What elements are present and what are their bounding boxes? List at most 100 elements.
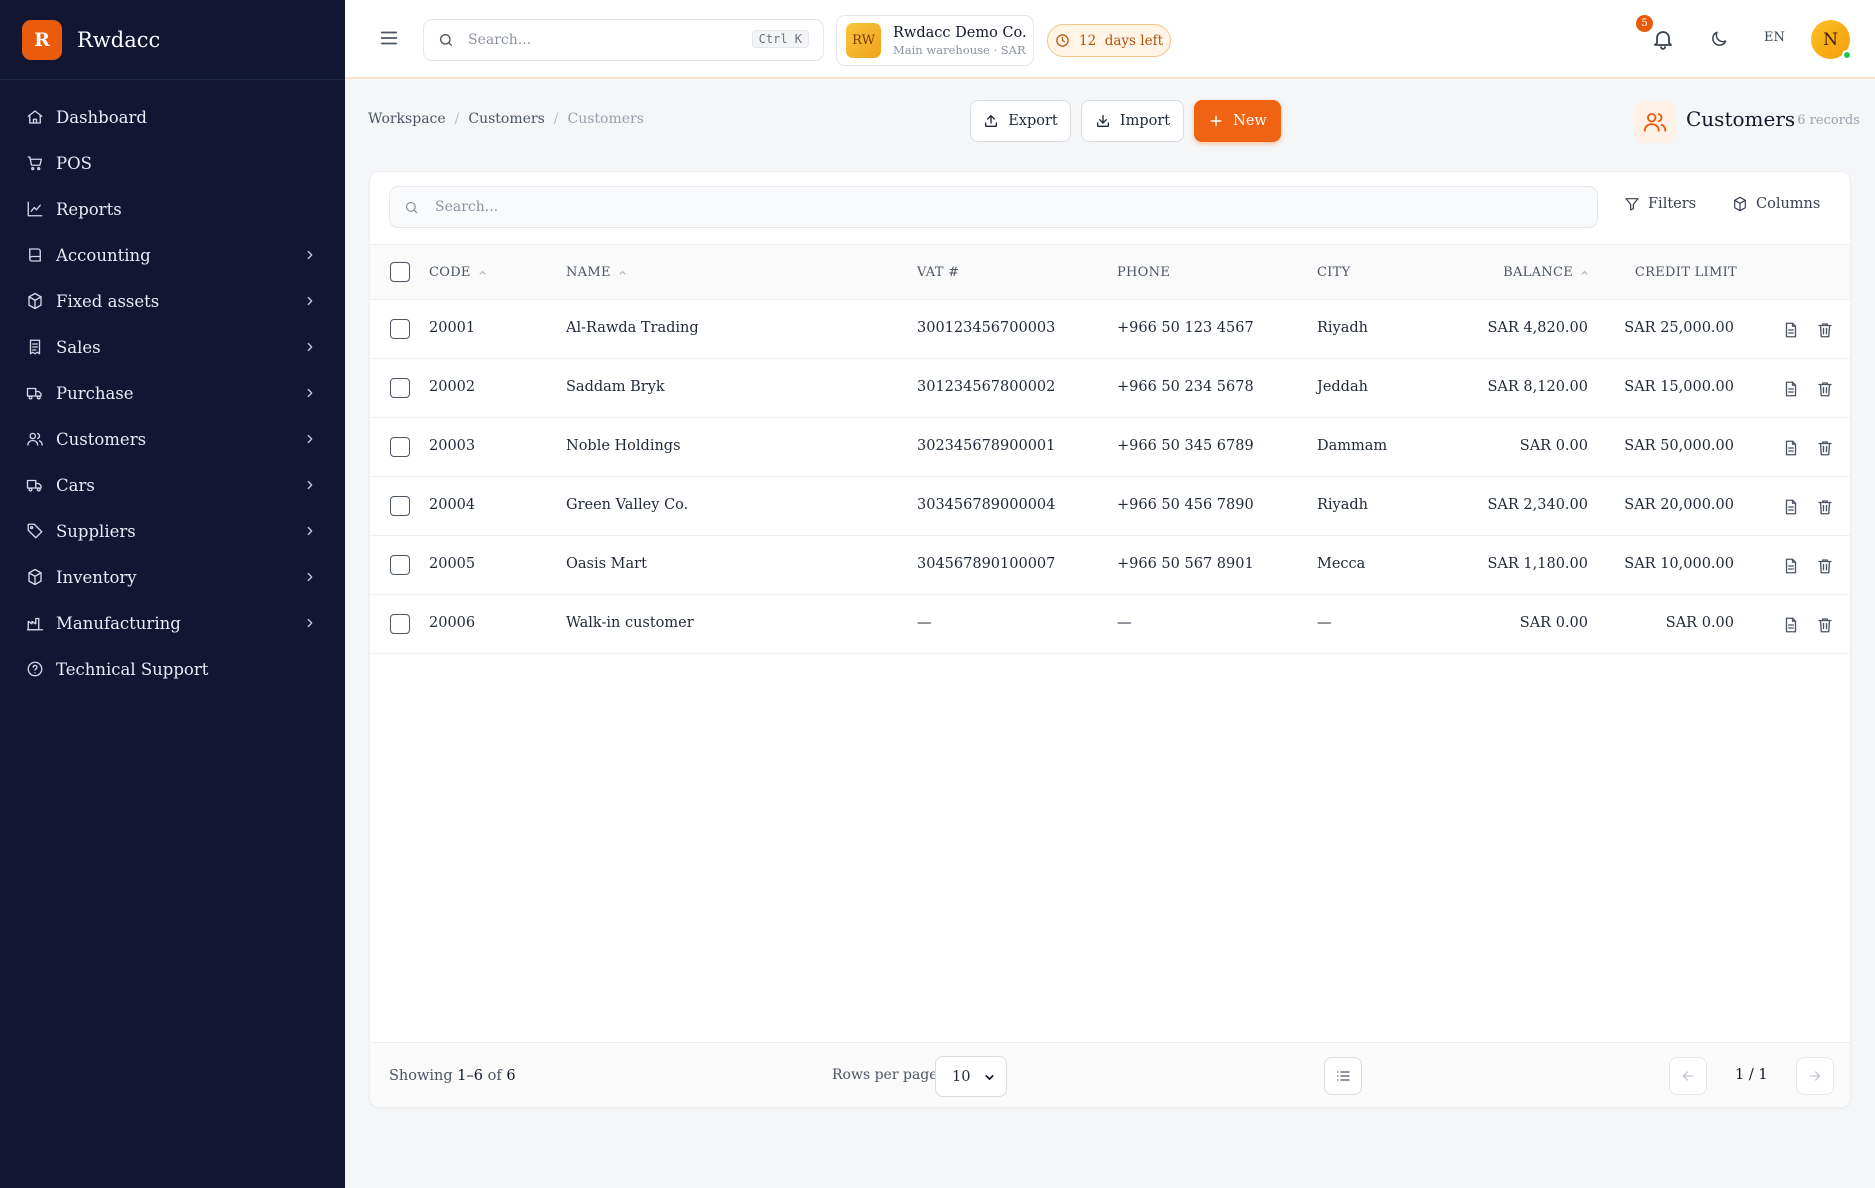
column-header-name-label: NAME [566,265,611,280]
sidebar-item-cars[interactable]: Cars [0,462,345,508]
company-switcher[interactable]: RW Rwdacc Demo Co. Main warehouse · SAR [836,15,1034,66]
moon-icon[interactable] [1709,29,1729,49]
sidebar-item-suppliers[interactable]: Suppliers [0,508,345,554]
next-page-button[interactable] [1796,1057,1834,1095]
table-search[interactable] [389,186,1598,228]
search-shortcut: Ctrl K [751,30,809,48]
trash-icon[interactable] [1816,557,1834,575]
table-search-input[interactable] [435,199,1335,215]
row-checkbox[interactable] [390,614,410,634]
cell-credit-limit: SAR 50,000.00 [1624,438,1734,454]
sort-asc-icon [471,268,487,277]
document-icon[interactable] [1782,321,1800,339]
document-icon[interactable] [1782,380,1800,398]
chevron-right-icon [303,432,317,446]
export-button[interactable]: Export [970,100,1071,142]
sidebar-item-customers[interactable]: Customers [0,416,345,462]
cell-name[interactable]: Green Valley Co. [566,497,688,513]
table-row[interactable]: 20003 Noble Holdings 302345678900001 +966 5… [370,418,1850,477]
brand-logo: R [22,19,62,60]
trash-icon[interactable] [1816,616,1834,634]
cell-name[interactable]: Al-Rawda Trading [566,320,699,336]
column-header-city[interactable]: CITY [1317,265,1351,280]
row-checkbox[interactable] [390,555,410,575]
menu-icon[interactable] [378,27,400,49]
trash-icon[interactable] [1816,498,1834,516]
cell-name[interactable]: Saddam Bryk [566,379,665,395]
table-row[interactable]: 20005 Oasis Mart 304567890100007 +966 50 56… [370,536,1850,595]
new-customer-button[interactable]: New [1194,100,1281,142]
column-header-vat[interactable]: VAT # [917,265,959,280]
chevron-right-icon [303,248,317,262]
users-icon [1634,101,1676,143]
cell-city: Dammam [1317,438,1388,454]
row-checkbox[interactable] [390,378,410,398]
cell-vat: 304567890100007 [917,556,1056,572]
sidebar-item-label: Purchase [56,383,134,403]
brand[interactable]: R Rwdacc [0,0,345,80]
row-checkbox[interactable] [390,496,410,516]
filters-button[interactable]: Filters [1624,196,1696,212]
column-header-credit-limit[interactable]: CREDIT LIMIT [1635,265,1737,280]
sidebar-item-label: Cars [56,475,95,495]
cell-balance: SAR 1,180.00 [1487,556,1588,572]
table-row[interactable]: 20006 Walk-in customer — — — SAR 0.00 SAR 0.00 [370,595,1850,654]
trial-badge[interactable]: 12 days left [1047,24,1171,57]
online-status-dot [1842,50,1852,60]
sidebar-item-pos[interactable]: POS [0,140,345,186]
trash-icon[interactable] [1816,380,1834,398]
sidebar-item-purchase[interactable]: Purchase [0,370,345,416]
document-icon[interactable] [1782,498,1800,516]
bell-icon[interactable] [1651,27,1675,51]
document-icon[interactable] [1782,557,1800,575]
trash-icon[interactable] [1816,439,1834,457]
sidebar-item-technical-support[interactable]: Technical Support [0,646,345,692]
cell-balance: SAR 0.00 [1519,615,1588,631]
cell-name[interactable]: Noble Holdings [566,438,681,454]
sidebar-item-inventory[interactable]: Inventory [0,554,345,600]
column-header-code[interactable]: CODE [429,265,487,280]
columns-button[interactable]: Columns [1732,196,1820,212]
column-header-balance[interactable]: BALANCE [1503,265,1589,280]
cell-name[interactable]: Walk-in customer [566,615,694,631]
column-header-name[interactable]: NAME [566,265,627,280]
column-header-phone[interactable]: PHONE [1117,265,1170,280]
global-search[interactable]: Ctrl K [423,19,824,61]
sidebar-item-dashboard[interactable]: Dashboard [0,94,345,140]
global-search-input[interactable] [468,32,728,48]
row-checkbox[interactable] [390,319,410,339]
sidebar-item-label: Manufacturing [56,613,181,633]
document-icon[interactable] [1782,616,1800,634]
sort-asc-icon [1573,268,1589,277]
previous-page-button[interactable] [1669,1057,1707,1095]
book-icon [26,246,44,264]
cell-name[interactable]: Oasis Mart [566,556,647,572]
table-row[interactable]: 20004 Green Valley Co. 303456789000004 +966… [370,477,1850,536]
truck-icon [26,384,44,402]
rows-per-page-value: 10 [952,1068,971,1085]
language-switcher[interactable]: EN [1764,30,1785,45]
breadcrumb-workspace[interactable]: Workspace [368,111,446,127]
list-view-button[interactable] [1324,1057,1362,1095]
import-button[interactable]: Import [1081,100,1184,142]
table-row[interactable]: 20002 Saddam Bryk 301234567800002 +966 50 2… [370,359,1850,418]
sidebar-item-reports[interactable]: Reports [0,186,345,232]
sidebar-item-manufacturing[interactable]: Manufacturing [0,600,345,646]
document-icon[interactable] [1782,439,1800,457]
sidebar-item-accounting[interactable]: Accounting [0,232,345,278]
cell-balance: SAR 4,820.00 [1487,320,1588,336]
box-icon [26,292,44,310]
trash-icon[interactable] [1816,321,1834,339]
select-all-checkbox[interactable] [390,262,410,282]
sidebar-item-fixed-assets[interactable]: Fixed assets [0,278,345,324]
breadcrumb-customers[interactable]: Customers [468,111,544,127]
cell-city: Riyadh [1317,320,1369,336]
filters-label: Filters [1648,196,1697,212]
row-checkbox[interactable] [390,437,410,457]
sidebar-item-sales[interactable]: Sales [0,324,345,370]
rows-per-page-select[interactable]: 10 [935,1056,1007,1097]
table-row[interactable]: 20001 Al-Rawda Trading 300123456700003 +966… [370,300,1850,359]
tag-icon [26,522,44,540]
sidebar-item-label: Technical Support [56,659,209,679]
arrow-right-icon [1807,1068,1823,1084]
